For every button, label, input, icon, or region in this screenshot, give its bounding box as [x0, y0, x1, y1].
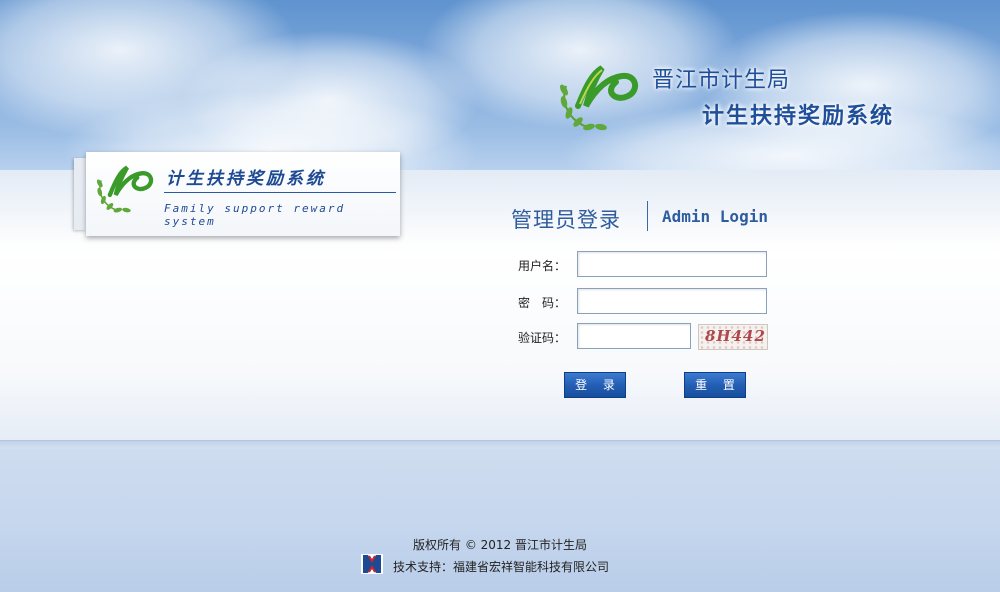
- band-shadow: [0, 440, 1000, 448]
- password-label: 密 码：: [518, 296, 567, 310]
- brand-card: 计生扶持奖励系统 Family support reward system: [86, 152, 400, 236]
- captcha-input[interactable]: [577, 323, 691, 349]
- leaf-wreath-logo-icon: [560, 65, 639, 131]
- tech-support-text: 技术支持：福建省宏祥智能科技有限公司: [393, 560, 610, 574]
- card-tab: [74, 158, 86, 230]
- captcha-label: 验证码：: [518, 331, 567, 345]
- leaf-wreath-logo-icon: [96, 165, 154, 213]
- title-separator: [647, 201, 648, 231]
- login-title-en: Admin Login: [662, 207, 768, 226]
- login-button[interactable]: 登 录: [564, 372, 626, 398]
- username-input[interactable]: [577, 251, 767, 277]
- password-input[interactable]: [577, 288, 767, 314]
- captcha-text: 8H442: [705, 327, 766, 345]
- system-name: 计生扶持奖励系统: [702, 104, 895, 129]
- captcha-image[interactable]: 8H442: [698, 324, 768, 350]
- sky-header-background: [0, 0, 1000, 170]
- org-name: 晋江市计生局: [652, 68, 791, 93]
- username-label: 用户名：: [518, 259, 567, 273]
- copyright-text: 版权所有 © 2012 晋江市计生局: [413, 538, 587, 552]
- card-title: 计生扶持奖励系统: [166, 169, 326, 189]
- card-divider: [164, 192, 396, 193]
- card-subtitle: Family support reward system: [164, 202, 346, 228]
- vendor-logo-icon: [361, 554, 383, 574]
- login-title-cn: 管理员登录: [511, 208, 621, 232]
- reset-button[interactable]: 重 置: [684, 372, 746, 398]
